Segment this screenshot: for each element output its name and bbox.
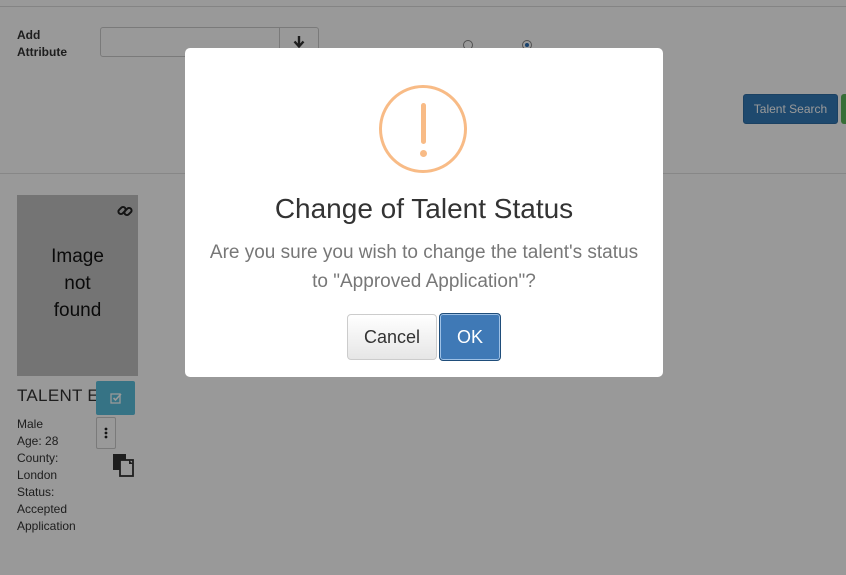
cancel-button[interactable]: Cancel xyxy=(347,314,437,360)
warning-icon xyxy=(379,85,467,173)
dialog-title: Change of Talent Status xyxy=(274,193,574,224)
confirm-dialog: Change of Talent Status Are you sure you… xyxy=(185,48,663,377)
ok-button[interactable]: OK xyxy=(439,313,501,361)
dialog-message: Are you sure you wish to change the tale… xyxy=(209,242,639,292)
